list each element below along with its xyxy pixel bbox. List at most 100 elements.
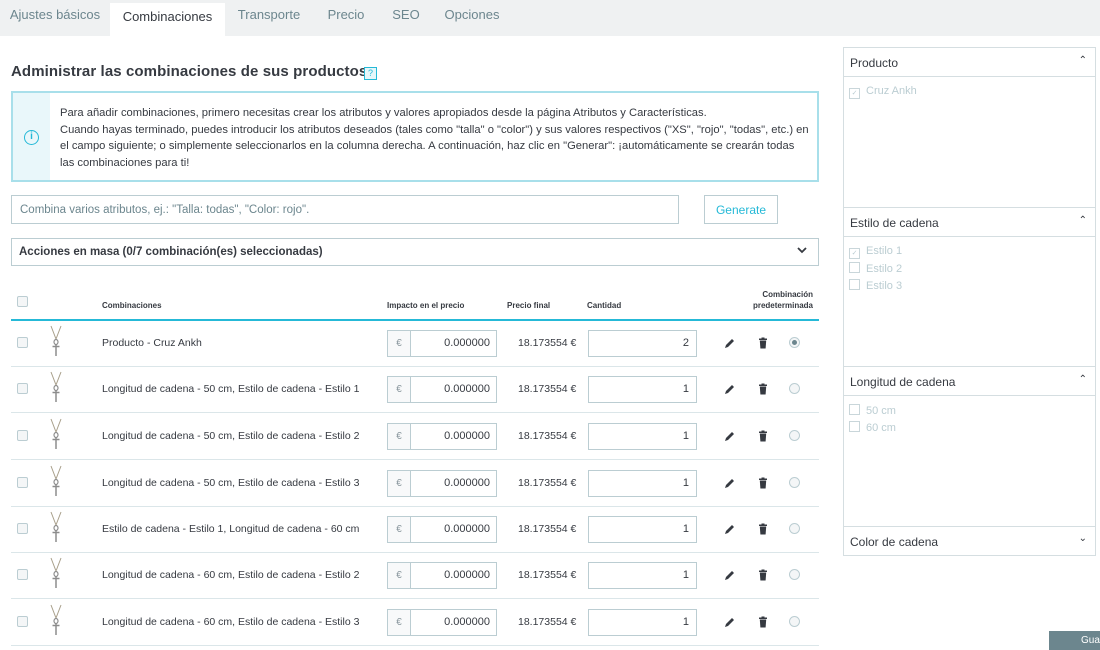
tab-seo[interactable]: SEO [385,0,427,36]
col-header-impact: Impacto en el precio [387,301,465,310]
filter-panel-chain-color: Color de cadena ⌄ [843,526,1096,556]
help-icon[interactable]: ? [364,67,377,80]
trash-icon[interactable] [757,430,769,442]
select-all-checkbox[interactable] [17,296,28,307]
filter-panel-header[interactable]: Color de cadena ⌄ [844,527,1095,556]
filter-panel-title: Producto [850,56,899,70]
trash-icon[interactable] [757,477,769,489]
pencil-icon[interactable] [724,383,736,395]
product-thumbnail [50,604,62,635]
quantity-value: 1 [682,569,689,581]
trash-icon[interactable] [757,616,769,628]
pencil-icon[interactable] [724,477,736,489]
generate-button[interactable]: Generate [704,195,778,224]
default-combination-radio[interactable] [789,477,800,488]
trash-icon[interactable] [757,383,769,395]
col-header-default: Combinación predeterminada [747,289,813,311]
impact-value: 0.000000 [444,569,490,581]
currency-addon: € [388,377,411,402]
filter-option[interactable]: Estilo 2 [849,262,902,275]
tab-options[interactable]: Opciones [438,0,506,36]
default-combination-radio[interactable] [789,337,800,348]
filter-option-label: Estilo 3 [866,280,903,292]
row-checkbox[interactable] [17,477,28,488]
product-thumbnail [50,511,62,542]
impact-field[interactable]: €0.000000 [387,516,497,543]
default-combination-radio[interactable] [789,569,800,580]
filter-panel-header[interactable]: Longitud de cadena ⌃ [844,367,1095,396]
table-row: Longitud de cadena - 50 cm, Estilo de ca… [11,461,819,507]
quantity-value: 2 [682,337,689,349]
info-alert-text: Para añadir combinaciones, primero neces… [60,105,810,171]
impact-field[interactable]: €0.000000 [387,562,497,589]
tab-shipping[interactable]: Transporte [229,0,309,36]
filter-panel-header[interactable]: Estilo de cadena ⌃ [844,208,1095,237]
filter-option[interactable]: 50 cm [849,404,896,417]
row-checkbox[interactable] [17,383,28,394]
default-combination-radio[interactable] [789,383,800,394]
checkbox-icon [849,262,860,273]
page-title: Administrar las combinaciones de sus pro… [11,63,368,80]
trash-icon[interactable] [757,569,769,581]
col-header-quantity: Cantidad [587,301,622,310]
tab-basic-settings[interactable]: Ajustes básicos [0,0,110,36]
filter-option[interactable]: 60 cm [849,421,896,434]
info-line-1: Para añadir combinaciones, primero neces… [60,107,707,119]
impact-value: 0.000000 [444,430,490,442]
impact-field[interactable]: €0.000000 [387,376,497,403]
filter-option[interactable]: ✓ Estilo 1 [849,245,902,259]
quantity-field[interactable]: 1 [588,423,697,450]
quantity-field[interactable]: 2 [588,330,697,357]
pencil-icon[interactable] [724,430,736,442]
default-combination-radio[interactable] [789,523,800,534]
pencil-icon[interactable] [724,337,736,349]
filter-option-label: 60 cm [866,422,896,434]
impact-field[interactable]: €0.000000 [387,330,497,357]
quantity-field[interactable]: 1 [588,609,697,636]
quantity-field[interactable]: 1 [588,562,697,589]
impact-field[interactable]: €0.000000 [387,470,497,497]
impact-field[interactable]: €0.000000 [387,423,497,450]
chevron-up-icon: ⌃ [1078,374,1087,385]
save-button[interactable]: Gua [1049,631,1100,650]
impact-field[interactable]: €0.000000 [387,609,497,636]
tab-price[interactable]: Precio [318,0,374,36]
product-thumbnail [50,465,62,496]
tab-combinations[interactable]: Combinaciones [110,3,225,36]
table-row: Longitud de cadena - 50 cm, Estilo de ca… [11,414,819,460]
filter-option[interactable]: Estilo 3 [849,279,902,292]
checkbox-checked-icon: ✓ [849,88,860,99]
trash-icon[interactable] [757,523,769,535]
row-checkbox[interactable] [17,616,28,627]
pencil-icon[interactable] [724,523,736,535]
impact-value: 0.000000 [444,383,490,395]
filter-panel-header[interactable]: Producto ⌃ [844,48,1095,77]
row-checkbox[interactable] [17,430,28,441]
product-thumbnail [50,557,62,588]
filter-option-label: 50 cm [866,405,896,417]
filter-option-label: Cruz Ankh [866,85,917,97]
quantity-field[interactable]: 1 [588,376,697,403]
info-alert-sidebar: i [13,93,50,180]
filter-option[interactable]: ✓ Cruz Ankh [849,85,917,99]
quantity-field[interactable]: 1 [588,470,697,497]
row-name: Longitud de cadena - 50 cm, Estilo de ca… [102,430,360,442]
combination-generator-input[interactable] [11,195,679,224]
row-checkbox[interactable] [17,523,28,534]
filter-panel-title: Color de cadena [850,535,939,549]
default-combination-radio[interactable] [789,616,800,627]
chevron-up-icon: ⌃ [1078,55,1087,66]
row-checkbox[interactable] [17,337,28,348]
default-combination-radio[interactable] [789,430,800,441]
final-price: 18.173554 € [518,430,577,442]
quantity-field[interactable]: 1 [588,516,697,543]
col-header-default-line1: Combinación [762,290,813,299]
row-name: Estilo de cadena - Estilo 1, Longitud de… [102,523,360,535]
row-checkbox[interactable] [17,569,28,580]
trash-icon[interactable] [757,337,769,349]
row-name: Longitud de cadena - 50 cm, Estilo de ca… [102,383,360,395]
pencil-icon[interactable] [724,616,736,628]
bulk-actions-toggle[interactable]: Acciones en masa (0/7 combinación(es) se… [11,238,819,266]
product-thumbnail [50,325,62,356]
pencil-icon[interactable] [724,569,736,581]
